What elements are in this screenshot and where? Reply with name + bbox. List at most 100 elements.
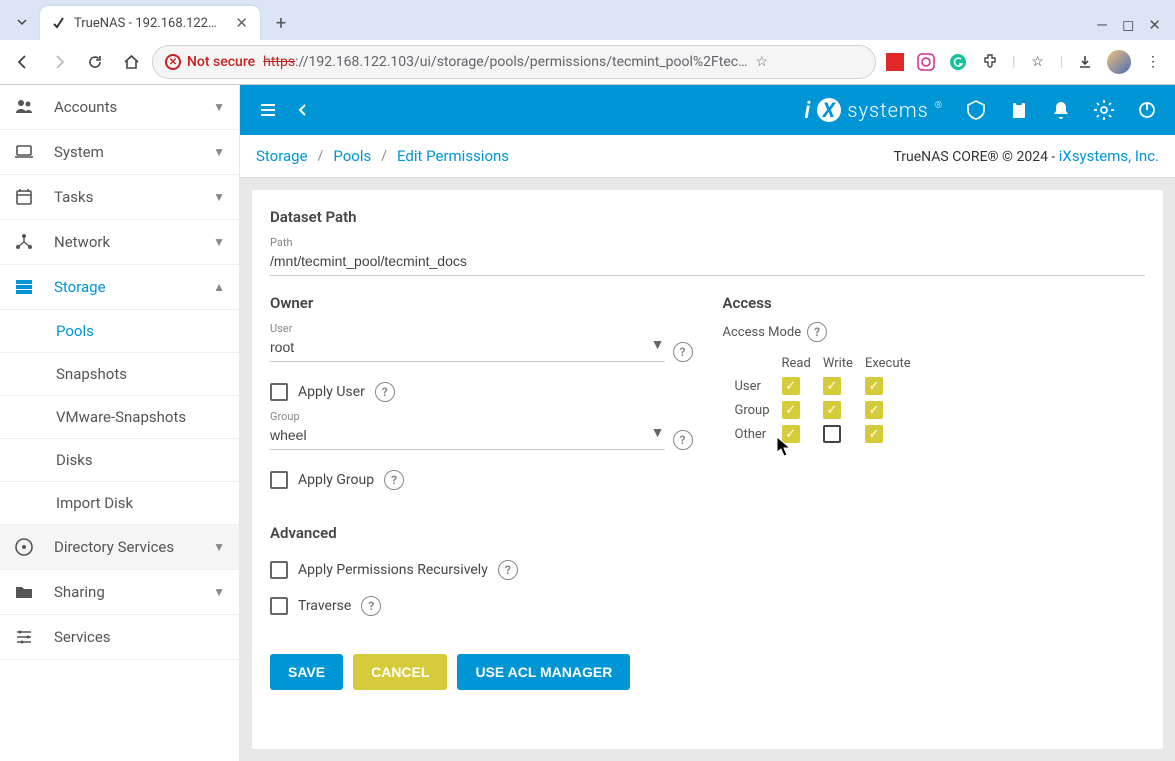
- sidebar-item-services[interactable]: Services: [0, 615, 239, 660]
- access-mode-table: Read Write Execute User ✓ ✓ ✓ Group: [723, 350, 923, 449]
- col-execute: Execute: [865, 356, 911, 371]
- alerts-bell-icon[interactable]: [1051, 100, 1071, 120]
- sidebar-subitem-disks[interactable]: Disks: [0, 439, 239, 482]
- sidebar-item-label: Network: [54, 233, 110, 251]
- profile-avatar[interactable]: [1107, 50, 1131, 74]
- sidebar-item-directory[interactable]: Directory Services ▼: [0, 525, 239, 570]
- access-mode-label: Access Mode: [723, 325, 802, 340]
- settings-gear-icon[interactable]: [1093, 99, 1115, 121]
- tab-title: TrueNAS - 192.168.122…: [74, 16, 225, 31]
- sidebar-item-storage[interactable]: Storage ▲: [0, 265, 239, 310]
- perm-group-read[interactable]: ✓: [782, 401, 800, 419]
- help-icon[interactable]: ?: [673, 342, 693, 362]
- perm-user-read[interactable]: ✓: [782, 377, 800, 395]
- home-button[interactable]: [116, 47, 146, 77]
- ixsystems-link[interactable]: iXsystems, Inc.: [1059, 147, 1159, 165]
- sidebar-subitem-vmware[interactable]: VMware-Snapshots: [0, 396, 239, 439]
- bookmark-star-icon[interactable]: ☆: [755, 54, 768, 70]
- browser-chrome: TrueNAS - 192.168.122… ✕ + — ◻ ✕ ✕ Not s…: [0, 0, 1175, 85]
- path-label: Path: [270, 236, 1145, 249]
- perm-other-write[interactable]: [823, 425, 841, 443]
- apply-user-checkbox[interactable]: [270, 383, 288, 401]
- perm-user-execute[interactable]: ✓: [865, 377, 883, 395]
- power-icon[interactable]: [1137, 100, 1157, 120]
- ixsystems-logo[interactable]: iXsystems®: [804, 96, 943, 124]
- topbar: iXsystems®: [240, 85, 1175, 135]
- acl-manager-button[interactable]: USE ACL MANAGER: [457, 654, 630, 690]
- permissions-panel: Dataset Path Path Owner User ▼ ?: [252, 190, 1163, 749]
- sidebar-item-accounts[interactable]: Accounts ▼: [0, 85, 239, 130]
- disc-icon: [14, 537, 36, 557]
- instagram-icon[interactable]: [916, 52, 936, 72]
- window-minimize-icon[interactable]: —: [1096, 16, 1108, 34]
- not-secure-badge[interactable]: ✕ Not secure: [165, 54, 255, 70]
- help-icon[interactable]: ?: [361, 596, 381, 616]
- downloads-icon[interactable]: [1075, 52, 1095, 72]
- storage-icon: [14, 277, 36, 297]
- sidebar-subitem-pools[interactable]: Pools: [0, 310, 239, 353]
- extensions-icon[interactable]: [980, 52, 1000, 72]
- app: Accounts ▼ System ▼ Tasks ▼ Network ▼ St…: [0, 85, 1175, 761]
- group-label: Group: [270, 410, 665, 423]
- help-icon[interactable]: ?: [673, 430, 693, 450]
- window-close-icon[interactable]: ✕: [1148, 16, 1161, 34]
- truecommand-icon[interactable]: [965, 99, 987, 121]
- window-controls: — ◻ ✕: [1096, 16, 1167, 34]
- user-select[interactable]: [270, 335, 665, 362]
- help-icon[interactable]: ?: [384, 470, 404, 490]
- sidebar-item-label: Accounts: [54, 98, 117, 116]
- back-button[interactable]: [8, 47, 38, 77]
- user-label: User: [270, 322, 665, 335]
- recursive-checkbox[interactable]: [270, 561, 288, 579]
- save-button[interactable]: SAVE: [270, 654, 343, 690]
- tab-search-dropdown[interactable]: [8, 8, 36, 36]
- cancel-button[interactable]: CANCEL: [353, 654, 447, 690]
- sidebar-item-label: Services: [54, 628, 111, 646]
- help-icon[interactable]: ?: [498, 560, 518, 580]
- perm-group-execute[interactable]: ✓: [865, 401, 883, 419]
- clipboard-icon[interactable]: [1009, 100, 1029, 120]
- help-icon[interactable]: ?: [807, 322, 827, 342]
- perm-user-write[interactable]: ✓: [823, 377, 841, 395]
- row-other: Other: [735, 425, 770, 443]
- dataset-path-title: Dataset Path: [270, 208, 1145, 226]
- forward-button[interactable]: [44, 47, 74, 77]
- chevron-up-icon: ▲: [213, 280, 225, 294]
- help-icon[interactable]: ?: [375, 382, 395, 402]
- perm-group-write[interactable]: ✓: [823, 401, 841, 419]
- breadcrumb-storage[interactable]: Storage: [256, 147, 308, 165]
- sidebar-item-label: Tasks: [54, 188, 93, 206]
- row-group: Group: [735, 401, 770, 419]
- url-bar[interactable]: ✕ Not secure https://192.168.122.103/ui/…: [152, 45, 876, 79]
- reload-button[interactable]: [80, 47, 110, 77]
- sidebar-item-label: System: [54, 143, 104, 161]
- back-arrow-icon[interactable]: [296, 103, 310, 117]
- sidebar-item-sharing[interactable]: Sharing ▼: [0, 570, 239, 615]
- chevron-down-icon: ▼: [213, 145, 225, 159]
- toolbar-extension-icons: | ☆ | ⋮: [882, 50, 1167, 74]
- menu-icon[interactable]: ⋮: [1143, 52, 1163, 72]
- sidebar-item-network[interactable]: Network ▼: [0, 220, 239, 265]
- browser-tab[interactable]: TrueNAS - 192.168.122… ✕: [40, 6, 260, 40]
- tab-close-icon[interactable]: ✕: [233, 14, 250, 32]
- sidebar-subitem-import[interactable]: Import Disk: [0, 482, 239, 525]
- advanced-title: Advanced: [270, 524, 1145, 542]
- grammarly-icon[interactable]: [948, 52, 968, 72]
- sidebar-subitem-snapshots[interactable]: Snapshots: [0, 353, 239, 396]
- sidebar-item-system[interactable]: System ▼: [0, 130, 239, 175]
- apply-group-checkbox[interactable]: [270, 471, 288, 489]
- traverse-checkbox[interactable]: [270, 597, 288, 615]
- flipboard-icon[interactable]: [886, 53, 904, 71]
- chevron-down-icon: ▼: [213, 100, 225, 114]
- menu-toggle-icon[interactable]: [258, 100, 278, 120]
- chevron-down-icon: ▼: [213, 235, 225, 249]
- new-tab-button[interactable]: +: [266, 8, 296, 38]
- perm-other-execute[interactable]: ✓: [865, 425, 883, 443]
- dataset-path-field[interactable]: [270, 249, 1145, 276]
- sidebar-item-tasks[interactable]: Tasks ▼: [0, 175, 239, 220]
- group-select[interactable]: [270, 423, 665, 450]
- breadcrumb-pools[interactable]: Pools: [333, 147, 371, 165]
- breadcrumb-edit-permissions[interactable]: Edit Permissions: [397, 147, 509, 165]
- bookmark-icon[interactable]: ☆: [1028, 52, 1048, 72]
- window-maximize-icon[interactable]: ◻: [1122, 16, 1134, 34]
